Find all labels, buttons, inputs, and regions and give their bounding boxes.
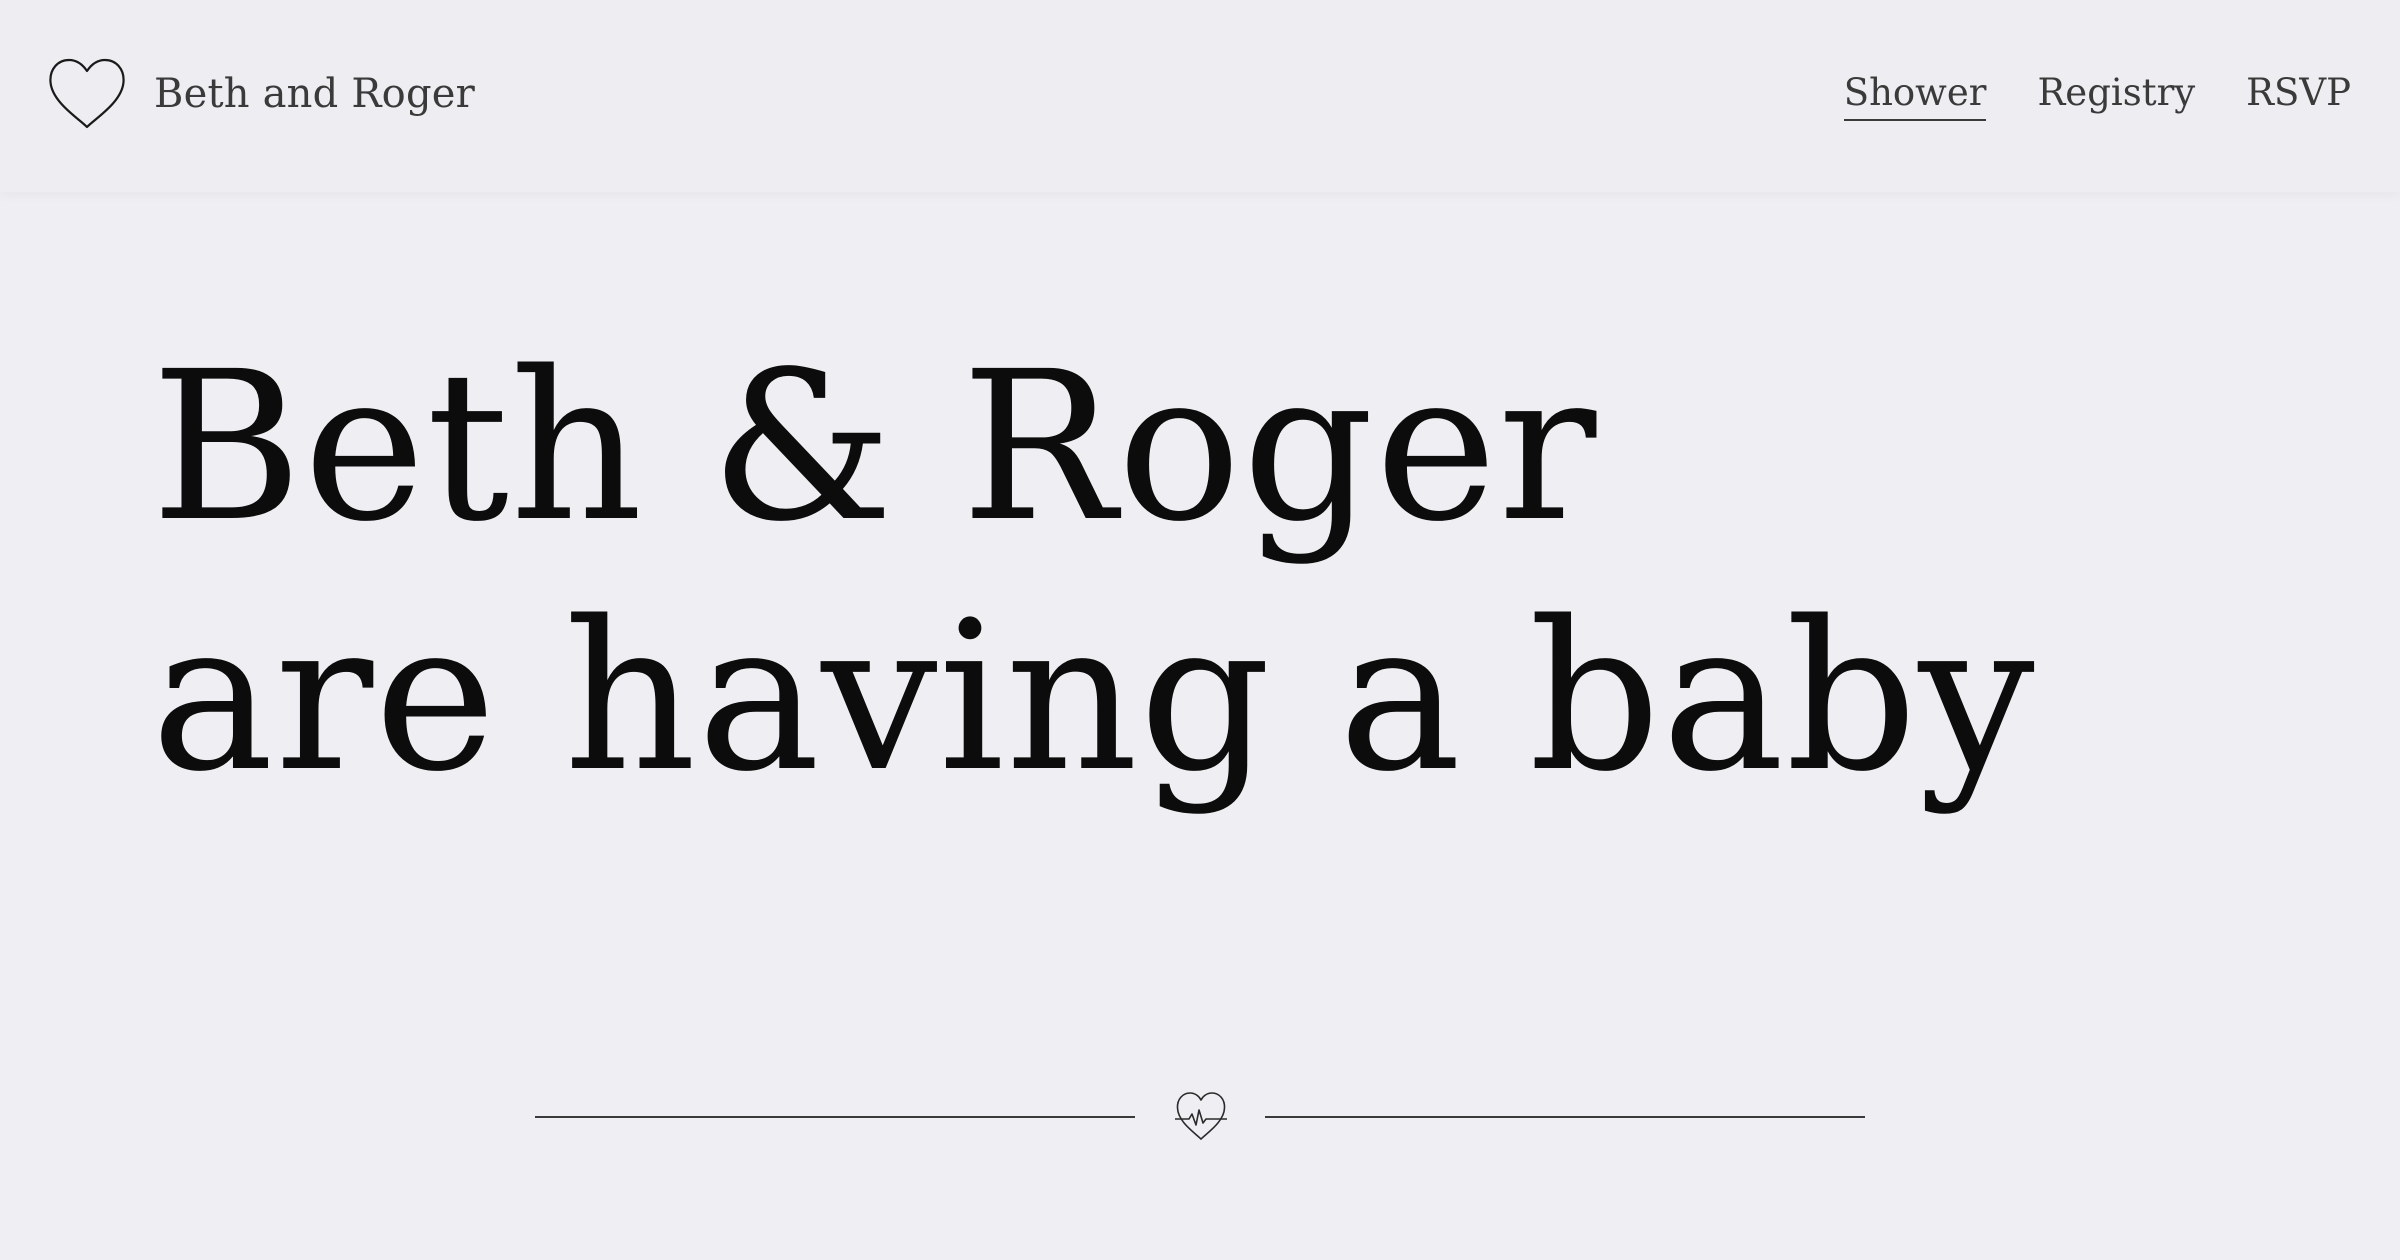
brand-home-link[interactable]: Beth and Roger (48, 58, 475, 130)
hero-line-names: Beth & Roger (151, 327, 1598, 567)
divider-line-right (1265, 1116, 1865, 1118)
nav-link-shower[interactable]: Shower (1843, 74, 1987, 121)
nav-link-registry[interactable]: Registry (2037, 74, 2195, 119)
hero-line-announcement: are having a baby (151, 577, 2036, 817)
section-divider (535, 1090, 1865, 1146)
heart-outline-icon (48, 58, 126, 130)
nav-link-rsvp[interactable]: RSVP (2246, 74, 2351, 119)
divider-line-left (535, 1116, 1135, 1118)
heartbeat-heart-icon (1175, 1090, 1227, 1142)
main-nav: Shower Registry RSVP (1793, 74, 2351, 121)
hero-heading: Beth & Roger are having a baby (151, 322, 2036, 822)
brand-name: Beth and Roger (154, 71, 475, 117)
site-header: Beth and Roger Shower Registry RSVP (0, 0, 2400, 192)
